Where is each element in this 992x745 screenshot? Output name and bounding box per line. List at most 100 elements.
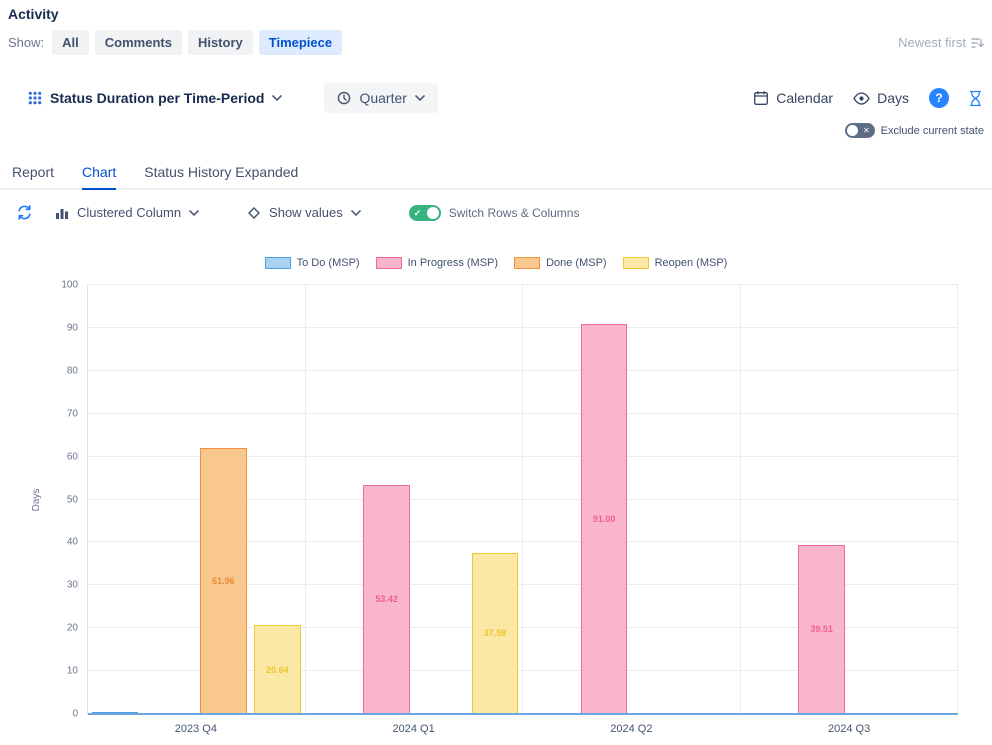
bar-value-label: 37.58 xyxy=(484,628,507,638)
bar-slot xyxy=(903,285,957,714)
tab-bar: Report Chart Status History Expanded xyxy=(0,158,992,190)
bar-slot: 20.64 xyxy=(250,285,304,714)
x-tick-label-2024-q1: 2024 Q1 xyxy=(305,723,523,735)
bar-group-2023-q4: 61.96 20.64 xyxy=(88,285,306,714)
tab-chart[interactable]: Chart xyxy=(82,158,116,190)
bar-reopen-msp-2023-q4[interactable]: 20.64 xyxy=(254,625,301,714)
y-tick-label: 70 xyxy=(67,408,78,419)
bar-group-2024-q2: 91.00 xyxy=(523,285,741,714)
y-axis-title: Days xyxy=(31,488,42,511)
values-diamond-icon xyxy=(247,206,261,220)
exclude-current-state-toggle[interactable]: ✕ xyxy=(845,123,875,138)
bar-slot xyxy=(685,285,739,714)
units-label: Days xyxy=(877,90,909,106)
filter-timepiece-button[interactable]: Timepiece xyxy=(259,30,342,55)
report-toolbar: Status Duration per Time-Period Quarter … xyxy=(28,83,982,113)
legend-item-reopen-msp[interactable]: Reopen (MSP) xyxy=(623,257,728,269)
bar-in-progress-msp-2024-q3[interactable]: 39.51 xyxy=(798,545,845,714)
bar-groups: 61.96 20.64 53.42 37.58 91.00 39.51 xyxy=(88,285,958,714)
chart-type-dropdown[interactable]: Clustered Column xyxy=(55,205,199,220)
legend-label: Reopen (MSP) xyxy=(655,257,728,269)
chart-type-label: Clustered Column xyxy=(77,205,181,220)
activity-panel: Activity Show: All Comments History Time… xyxy=(0,0,992,735)
calendar-label: Calendar xyxy=(776,90,833,106)
eye-icon xyxy=(853,92,870,105)
hourglass-icon[interactable] xyxy=(969,90,982,107)
legend-item-to-do-msp[interactable]: To Do (MSP) xyxy=(265,257,360,269)
show-values-dropdown[interactable]: Show values xyxy=(247,205,361,220)
bar-value-label: 61.96 xyxy=(212,576,235,586)
legend-swatch xyxy=(623,257,649,269)
toggle-on-check-icon: ✓ xyxy=(414,206,422,220)
y-tick-label: 80 xyxy=(67,365,78,376)
chevron-down-icon xyxy=(189,210,199,216)
calendar-button[interactable]: Calendar xyxy=(753,90,833,106)
x-tick-label-2023-q4: 2023 Q4 xyxy=(87,723,305,735)
show-values-label: Show values xyxy=(269,205,343,220)
bar-value-label: 91.00 xyxy=(593,514,616,524)
chart-canvas: To Do (MSP) In Progress (MSP) Done (MSP) Re… xyxy=(0,257,992,735)
bar-slot xyxy=(741,285,795,714)
legend-item-in-progress-msp[interactable]: In Progress (MSP) xyxy=(376,257,498,269)
legend-label: Done (MSP) xyxy=(546,257,607,269)
bar-slot: 61.96 xyxy=(196,285,250,714)
tab-report[interactable]: Report xyxy=(12,158,54,190)
toggle-knob xyxy=(427,207,439,219)
y-tick-label: 10 xyxy=(67,666,78,677)
report-type-dropdown[interactable]: Status Duration per Time-Period xyxy=(28,90,282,106)
bar-slot xyxy=(88,285,142,714)
period-dropdown[interactable]: Quarter xyxy=(324,83,437,113)
toggle-off-x-icon: ✕ xyxy=(863,124,870,137)
bar-value-label: 39.51 xyxy=(810,624,833,634)
toggle-knob xyxy=(847,125,858,136)
report-type-label: Status Duration per Time-Period xyxy=(50,90,264,106)
grid-icon xyxy=(28,91,42,105)
bar-slot: 91.00 xyxy=(577,285,631,714)
activity-header: Activity Show: All Comments History Time… xyxy=(0,0,992,55)
bar-value-label: 53.42 xyxy=(375,594,398,604)
bar-slot xyxy=(142,285,196,714)
units-days-button[interactable]: Days xyxy=(853,90,909,106)
filter-all-button[interactable]: All xyxy=(52,30,89,55)
y-tick-label: 50 xyxy=(67,494,78,505)
bar-chart-icon xyxy=(55,206,69,220)
bar-in-progress-msp-2024-q1[interactable]: 53.42 xyxy=(363,485,410,714)
filter-comments-button[interactable]: Comments xyxy=(95,30,182,55)
chart-legend: To Do (MSP) In Progress (MSP) Done (MSP) Re… xyxy=(0,257,992,269)
legend-swatch xyxy=(514,257,540,269)
calendar-icon xyxy=(753,90,769,106)
right-tools: Calendar Days ? xyxy=(753,88,982,108)
y-tick-label: 0 xyxy=(72,709,78,720)
switch-rows-columns-toggle[interactable]: ✓ xyxy=(409,205,441,221)
bar-group-2024-q3: 39.51 xyxy=(741,285,959,714)
chevron-down-icon xyxy=(351,210,361,216)
switch-rows-columns-control: ✓ Switch Rows & Columns xyxy=(409,205,580,221)
x-axis-labels: 2023 Q42024 Q12024 Q22024 Q3 xyxy=(87,723,958,735)
refresh-button[interactable] xyxy=(16,204,33,221)
bar-slot: 39.51 xyxy=(795,285,849,714)
legend-swatch xyxy=(376,257,402,269)
legend-item-done-msp[interactable]: Done (MSP) xyxy=(514,257,607,269)
chevron-down-icon xyxy=(415,95,425,101)
tab-status-history-expanded[interactable]: Status History Expanded xyxy=(144,158,298,190)
y-tick-label: 60 xyxy=(67,451,78,462)
bar-in-progress-msp-2024-q2[interactable]: 91.00 xyxy=(581,324,628,714)
bar-slot xyxy=(306,285,360,714)
legend-label: In Progress (MSP) xyxy=(408,257,498,269)
sort-order-control[interactable]: Newest first xyxy=(898,35,984,50)
x-axis-line xyxy=(88,713,958,715)
x-tick-label-2024-q2: 2024 Q2 xyxy=(523,723,741,735)
x-tick-label-2024-q3: 2024 Q3 xyxy=(740,723,958,735)
bar-reopen-msp-2024-q1[interactable]: 37.58 xyxy=(472,553,519,714)
filter-history-button[interactable]: History xyxy=(188,30,253,55)
period-label: Quarter xyxy=(359,90,406,106)
chart-toolbar: Clustered Column Show values ✓ Switch Ro… xyxy=(16,204,992,221)
switch-rows-columns-label: Switch Rows & Columns xyxy=(449,206,580,220)
bar-slot xyxy=(414,285,468,714)
bar-slot xyxy=(849,285,903,714)
bar-done-msp-2023-q4[interactable]: 61.96 xyxy=(200,448,247,714)
help-button[interactable]: ? xyxy=(929,88,949,108)
exclude-current-state-label: Exclude current state xyxy=(881,125,984,137)
y-tick-label: 40 xyxy=(67,537,78,548)
y-tick-label: 20 xyxy=(67,623,78,634)
